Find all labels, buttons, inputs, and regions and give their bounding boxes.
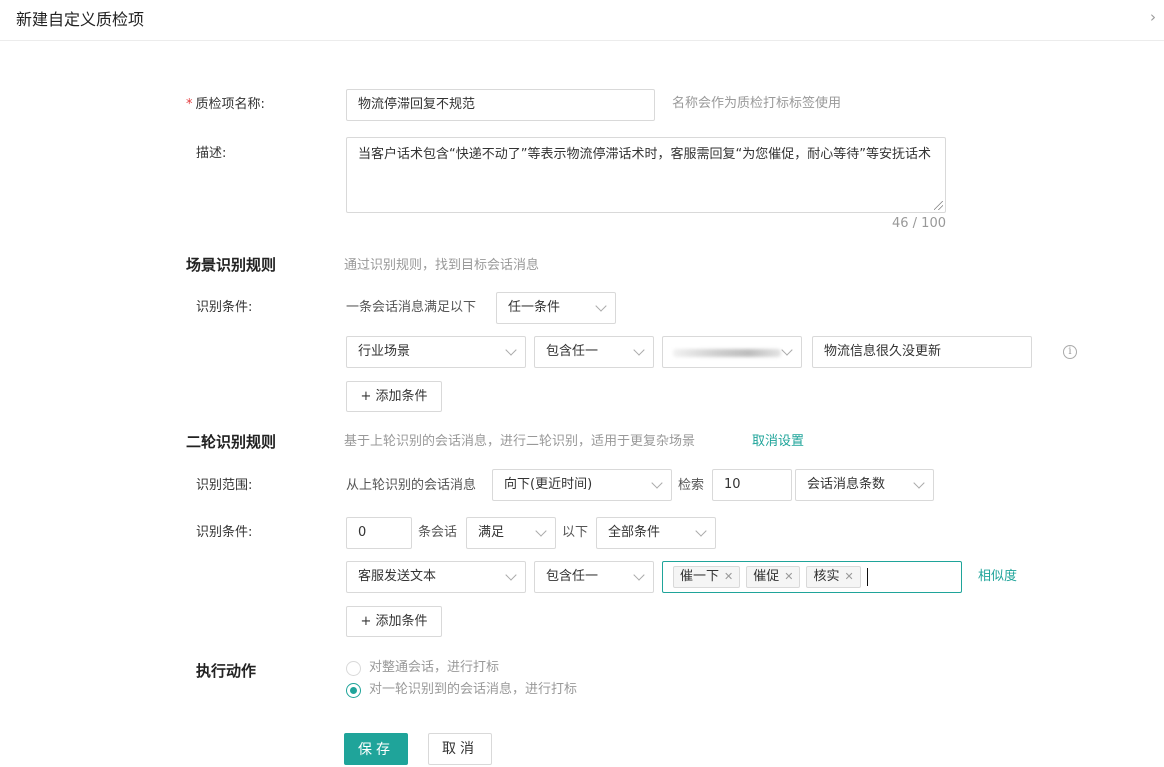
- close-icon[interactable]: ✕: [784, 570, 793, 583]
- chevron-right-icon[interactable]: ›: [1150, 8, 1156, 26]
- close-icon[interactable]: ✕: [844, 570, 853, 583]
- chevron-down-icon: [595, 300, 607, 312]
- unit-select[interactable]: 会话消息条数: [795, 469, 934, 501]
- name-label-text: 质检项名称:: [195, 97, 265, 112]
- name-hint: 名称会作为质检打标标签使用: [672, 96, 842, 111]
- resize-handle-icon[interactable]: [934, 201, 943, 210]
- keyword-tag: 核实 ✕: [806, 566, 861, 588]
- scene-operator-value: 包含任一: [546, 344, 599, 359]
- scene-condition-prefix: 一条会话消息满足以下: [346, 300, 477, 315]
- description-counter: 46 / 100: [892, 216, 946, 231]
- keyword-tag: 催一下 ✕: [673, 566, 741, 588]
- chevron-down-icon: [505, 569, 517, 581]
- text-cursor: [866, 567, 869, 586]
- info-circle-icon[interactable]: i: [1063, 345, 1077, 359]
- description-text: 当客户话术包含“快递不动了”等表示物流停滞话术时，客服需回复“为您催促，耐心等待…: [358, 147, 931, 162]
- second-operator-value: 包含任一: [546, 569, 599, 584]
- scene-field-select[interactable]: 行业场景: [346, 336, 526, 368]
- second-condition-label: 识别条件:: [196, 525, 253, 540]
- keyword-tags-input[interactable]: 催一下 ✕ 催促 ✕ 核实 ✕: [662, 561, 962, 593]
- chevron-down-icon: [781, 344, 793, 356]
- second-operator-select[interactable]: 包含任一: [534, 561, 654, 593]
- keyword-tag-label: 核实: [813, 569, 840, 584]
- satisfy-select[interactable]: 满足: [466, 517, 556, 549]
- offset-input[interactable]: 0: [346, 517, 412, 549]
- keyword-tag: 催促 ✕: [746, 566, 801, 588]
- scene-operator-select[interactable]: 包含任一: [534, 336, 654, 368]
- description-label: 描述:: [196, 146, 227, 161]
- scene-condition-mode-select[interactable]: 任一条件: [496, 292, 616, 324]
- second-field-select[interactable]: 客服发送文本: [346, 561, 526, 593]
- range-label: 识别范围:: [196, 478, 253, 493]
- chevron-down-icon: [695, 525, 707, 537]
- chevron-down-icon: [633, 344, 645, 356]
- below-text: 以下: [562, 525, 589, 540]
- name-label: * 质检项名称:: [186, 95, 265, 115]
- action-section-title: 执行动作: [196, 662, 257, 680]
- direction-select[interactable]: 向下(更近时间): [492, 469, 672, 501]
- chevron-down-icon: [535, 525, 547, 537]
- scene-subfield-select[interactable]: [662, 336, 802, 368]
- scene-field-value: 行业场景: [358, 344, 411, 359]
- blurred-value: [673, 349, 781, 357]
- close-icon[interactable]: ✕: [724, 570, 733, 583]
- second-hint: 基于上轮识别的会话消息，进行二轮识别，适用于更复杂场景: [344, 434, 696, 449]
- second-field-value: 客服发送文本: [358, 569, 437, 584]
- chevron-down-icon: [505, 344, 517, 356]
- cancel-button[interactable]: 取消: [428, 733, 492, 765]
- second-add-condition-button[interactable]: + 添加条件: [346, 606, 442, 637]
- similarity-link[interactable]: 相似度: [978, 567, 1017, 587]
- radio-whole-session-label[interactable]: 对整通会话，进行打标: [369, 658, 499, 678]
- chevron-down-icon: [651, 477, 663, 489]
- unit-value: 会话消息条数: [807, 477, 886, 492]
- chevron-down-icon: [633, 569, 645, 581]
- range-prefix: 从上轮识别的会话消息: [346, 478, 477, 493]
- search-count-input[interactable]: 10: [712, 469, 792, 501]
- save-button[interactable]: 保存: [344, 733, 408, 765]
- cancel-setting-link[interactable]: 取消设置: [752, 432, 804, 452]
- direction-value: 向下(更近时间): [504, 477, 593, 492]
- name-input[interactable]: 物流停滞回复不规范: [346, 89, 655, 121]
- scope-select[interactable]: 全部条件: [596, 517, 716, 549]
- offset-suffix: 条会话: [418, 525, 458, 540]
- radio-first-round-messages-label[interactable]: 对一轮识别到的会话消息，进行打标: [369, 680, 577, 700]
- required-mark: *: [186, 97, 193, 112]
- keyword-tag-label: 催促: [753, 569, 780, 584]
- radio-whole-session[interactable]: [346, 661, 361, 676]
- radio-first-round-messages[interactable]: [346, 683, 361, 698]
- dialog-header: 新建自定义质检项 ›: [0, 0, 1164, 41]
- dialog-title: 新建自定义质检项: [16, 10, 145, 29]
- scene-condition-mode-value: 任一条件: [508, 300, 561, 315]
- second-section-title: 二轮识别规则: [186, 433, 277, 451]
- description-textarea[interactable]: 当客户话术包含“快递不动了”等表示物流停滞话术时，客服需回复“为您催促，耐心等待…: [346, 137, 946, 213]
- search-label: 检索: [678, 478, 705, 493]
- scene-section-title: 场景识别规则: [186, 256, 277, 274]
- scene-value-input[interactable]: 物流信息很久没更新: [812, 336, 1032, 368]
- keyword-tag-label: 催一下: [680, 569, 720, 584]
- scene-condition-label: 识别条件:: [196, 300, 253, 315]
- scene-add-condition-button[interactable]: + 添加条件: [346, 381, 442, 412]
- scene-hint: 通过识别规则，找到目标会话消息: [344, 258, 540, 273]
- satisfy-value: 满足: [478, 525, 505, 540]
- scope-value: 全部条件: [608, 525, 661, 540]
- chevron-down-icon: [913, 477, 925, 489]
